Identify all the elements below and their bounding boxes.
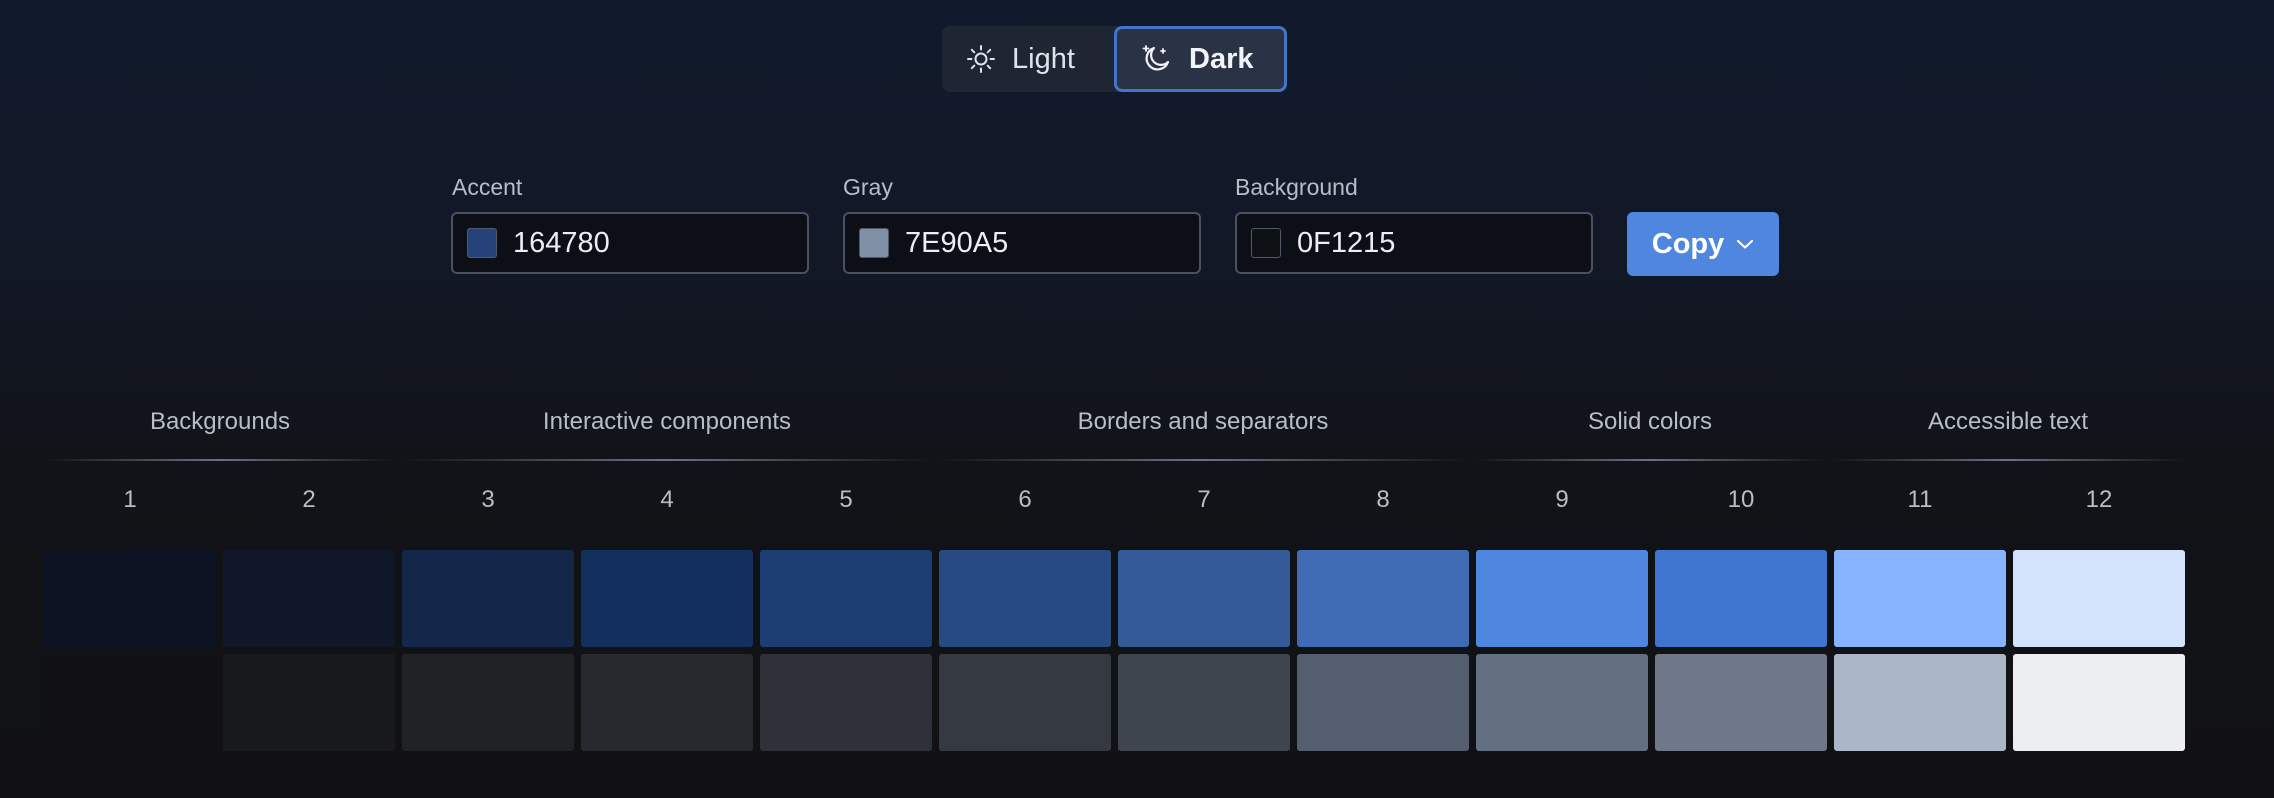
accent-swatch-3[interactable] [402,550,574,647]
group-label: Backgrounds [149,408,291,435]
dark-theme-button[interactable]: Dark [1114,26,1287,92]
accent-value: 164780 [513,226,610,259]
accent-swatch-6[interactable] [939,550,1111,647]
accent-label: Accent [452,174,523,200]
light-theme-button[interactable]: Light [942,26,1114,92]
step-number: 6 [1018,486,1032,513]
moon-stars-icon [1142,45,1170,71]
accent-swatch-2[interactable] [223,550,395,647]
gray-field[interactable]: 7E90A5 [843,212,1201,274]
step-number: 4 [660,486,674,513]
group-label: Interactive components [542,408,792,435]
gray-swatch-7[interactable] [1118,654,1290,751]
accent-swatch-9[interactable] [1476,550,1648,647]
group-interactive-components: Interactive components [402,405,932,461]
gray-swatch-2[interactable] [223,654,395,751]
gray-swatch-3[interactable] [402,654,574,751]
step-number: 7 [1197,486,1211,513]
accent-swatch-5[interactable] [760,550,932,647]
copy-button[interactable]: Copy [1627,212,1779,276]
background-value: 0F1215 [1297,226,1396,259]
gray-swatch-1[interactable] [44,654,216,751]
step-number: 10 [1727,486,1755,513]
chevron-down-icon [1737,239,1754,249]
background-swatch[interactable] [1251,228,1281,258]
group-accessible-text: Accessible text [1832,405,2184,461]
step-number: 2 [302,486,316,513]
gray-swatch-4[interactable] [581,654,753,751]
accent-swatch-1[interactable] [44,550,216,647]
group-borders-separators: Borders and separators [938,405,1468,461]
gray-swatch-5[interactable] [760,654,932,751]
step-number: 1 [123,486,137,513]
step-number: 9 [1555,486,1569,513]
group-label: Accessible text [1927,408,2089,435]
gray-swatch-12[interactable] [2013,654,2185,751]
background-field[interactable]: 0F1215 [1235,212,1593,274]
copy-label: Copy [1651,227,1725,260]
group-label: Solid colors [1587,408,1713,435]
accent-swatch-12[interactable] [2013,550,2185,647]
gray-swatch-6[interactable] [939,654,1111,751]
gray-swatch-9[interactable] [1476,654,1648,751]
group-solid-colors: Solid colors [1474,405,1826,461]
group-backgrounds: Backgrounds [44,405,396,461]
accent-swatch-10[interactable] [1655,550,1827,647]
step-number: 8 [1376,486,1390,513]
background-label: Background [1235,174,1358,200]
gray-swatch-10[interactable] [1655,654,1827,751]
accent-swatch-7[interactable] [1118,550,1290,647]
accent-swatch[interactable] [467,228,497,258]
step-number: 11 [1907,486,1933,513]
group-divider [938,459,1468,461]
accent-swatch-11[interactable] [1834,550,2006,647]
sun-icon [967,45,995,73]
group-divider [1474,459,1826,461]
group-label: Borders and separators [1077,408,1329,435]
light-theme-label: Light [1012,42,1075,75]
step-number: 3 [481,486,495,513]
group-divider [402,459,932,461]
accent-field[interactable]: 164780 [451,212,809,274]
gray-label: Gray [843,174,893,200]
accent-swatch-8[interactable] [1297,550,1469,647]
accent-swatch-4[interactable] [581,550,753,647]
gray-value: 7E90A5 [905,226,1009,259]
gray-swatch[interactable] [859,228,889,258]
group-divider [1832,459,2184,461]
gray-swatch-8[interactable] [1297,654,1469,751]
step-number: 12 [2085,486,2113,513]
theme-toggle: Light Dark [942,26,1287,92]
gray-swatch-11[interactable] [1834,654,2006,751]
step-number: 5 [839,486,853,513]
group-divider [44,459,396,461]
dark-theme-label: Dark [1189,42,1254,75]
